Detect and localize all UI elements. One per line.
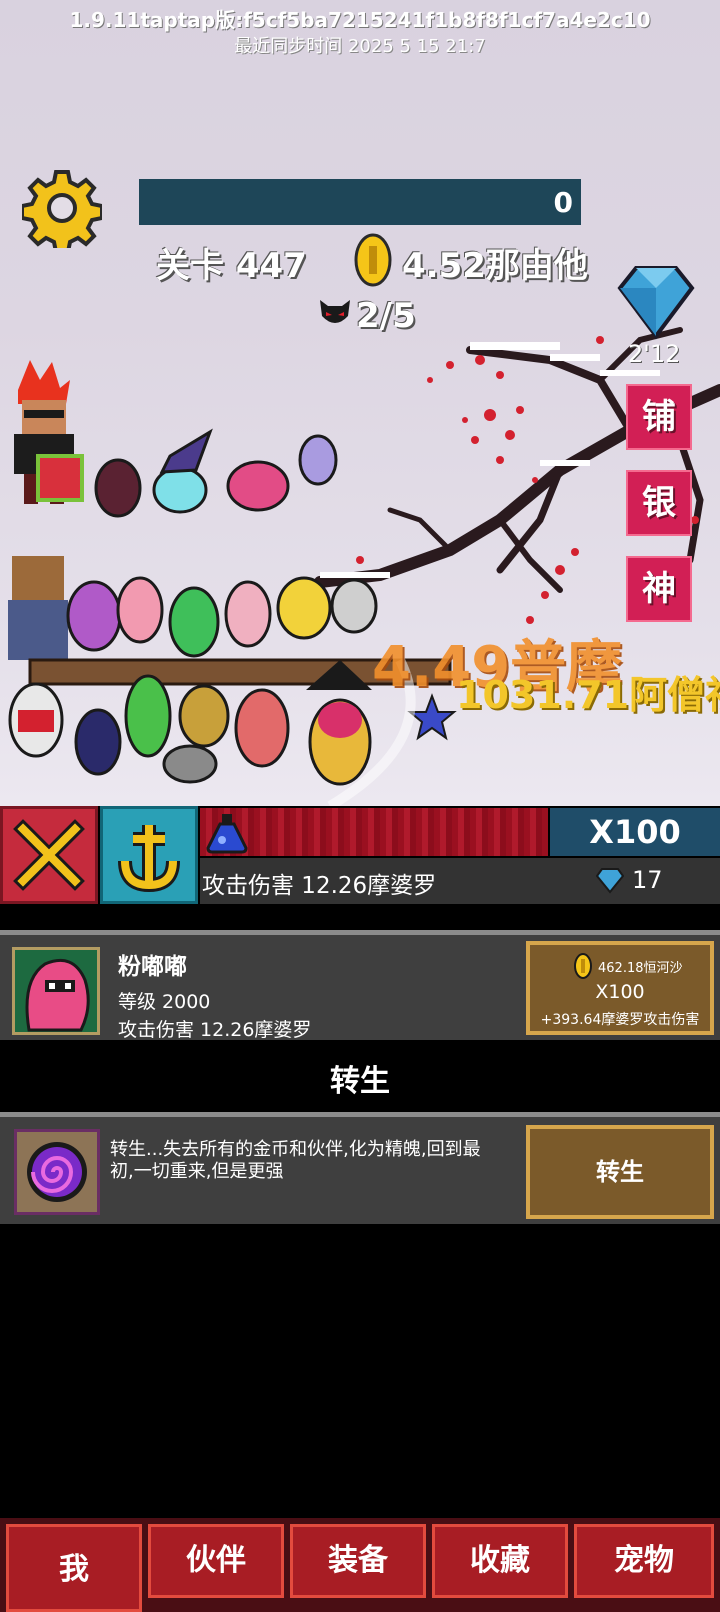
attack-damage-text: 攻击伤害 12.26摩婆罗 xyxy=(202,873,437,899)
upgrade-gain: +393.64摩婆罗攻击伤害 xyxy=(540,1012,700,1028)
rebirth-description: 转生...失去所有的金币和伙伴,化为精魄,回到最初,一切重来,但是更强 xyxy=(110,1139,481,1182)
side-button-shop[interactable]: 铺 xyxy=(626,384,692,450)
damage-value: 0 xyxy=(553,186,573,219)
damage-progress-bar: 0 xyxy=(139,179,581,225)
crossed-swords-skill-button[interactable] xyxy=(0,806,98,904)
leader-character xyxy=(14,360,84,504)
rebirth-section-title: 转生 xyxy=(330,1064,390,1099)
upgrade-cost: 462.18恒河沙 xyxy=(598,961,683,976)
anchor-icon xyxy=(118,825,180,893)
rebirth-button[interactable]: 转生 xyxy=(526,1125,714,1219)
bottom-nav: 我 伙伴 装备 收藏 宠物 xyxy=(0,1518,720,1612)
gold-coin-icon xyxy=(354,233,392,287)
stage-label: 关卡 447 xyxy=(156,246,307,286)
tab-pets[interactable]: 宠物 xyxy=(574,1524,714,1598)
spiral-orb-icon xyxy=(27,1142,87,1202)
blue-potion-icon[interactable] xyxy=(206,812,248,854)
gold-coin-small-icon xyxy=(574,953,592,979)
crossed-swords-icon xyxy=(13,819,85,891)
partner-attack: 攻击伤害 12.26摩婆罗 xyxy=(118,1019,312,1041)
gem-timer: 2'12 xyxy=(628,340,681,368)
diamond-count: 17 xyxy=(632,866,663,894)
diamond-gem-icon[interactable] xyxy=(616,262,696,340)
tab-me[interactable]: 我 xyxy=(6,1524,142,1612)
wave-counter: 2/5 xyxy=(356,296,416,336)
partner-level: 等级 2000 xyxy=(118,991,211,1013)
demon-wave-icon xyxy=(320,300,350,323)
multiplier-button[interactable]: X100 xyxy=(550,808,720,856)
tab-collection[interactable]: 收藏 xyxy=(432,1524,568,1598)
partner-name: 粉嘟嘟 xyxy=(118,954,187,980)
pink-creature-icon xyxy=(25,959,90,1032)
side-button-silver[interactable]: 银 xyxy=(626,470,692,536)
diamond-small-icon xyxy=(596,868,624,894)
game-scene[interactable]: 1.9.11taptap版:f5cf5ba7215241f1b8f8f1cf7a… xyxy=(0,0,720,806)
floating-damage-small: 1031.71阿僧祇 xyxy=(456,673,720,717)
upgrade-button[interactable]: 462.18恒河沙 X100 +393.64摩婆罗攻击伤害 xyxy=(526,941,714,1035)
tab-partners[interactable]: 伙伴 xyxy=(148,1524,284,1598)
rebirth-avatar xyxy=(14,1129,100,1215)
blood-energy-bar xyxy=(200,808,548,856)
hero-party-characters xyxy=(8,360,457,806)
upgrade-multiplier: X100 xyxy=(595,981,645,1003)
anchor-skill-button[interactable] xyxy=(100,806,198,904)
partner-avatar xyxy=(12,947,100,1035)
rebirth-panel: 转生...失去所有的金币和伙伴,化为精魄,回到最初,一切重来,但是更强 转生 xyxy=(0,1112,720,1224)
version-text: 1.9.11taptap版:f5cf5ba7215241f1b8f8f1cf7a… xyxy=(69,8,651,32)
gold-amount: 4.52那由他 xyxy=(402,246,588,286)
attack-info-row: 攻击伤害 12.26摩婆罗 17 xyxy=(200,858,720,904)
settings-gear-icon[interactable] xyxy=(22,168,102,248)
tab-equipment[interactable]: 装备 xyxy=(290,1524,426,1598)
sync-time-text: 最近同步时间 2025 5 15 21:7 xyxy=(234,36,486,57)
side-button-god[interactable]: 神 xyxy=(626,556,692,622)
partner-upgrade-panel: 粉嘟嘟 等级 2000 攻击伤害 12.26摩婆罗 462.18恒河沙 X100… xyxy=(0,930,720,1041)
